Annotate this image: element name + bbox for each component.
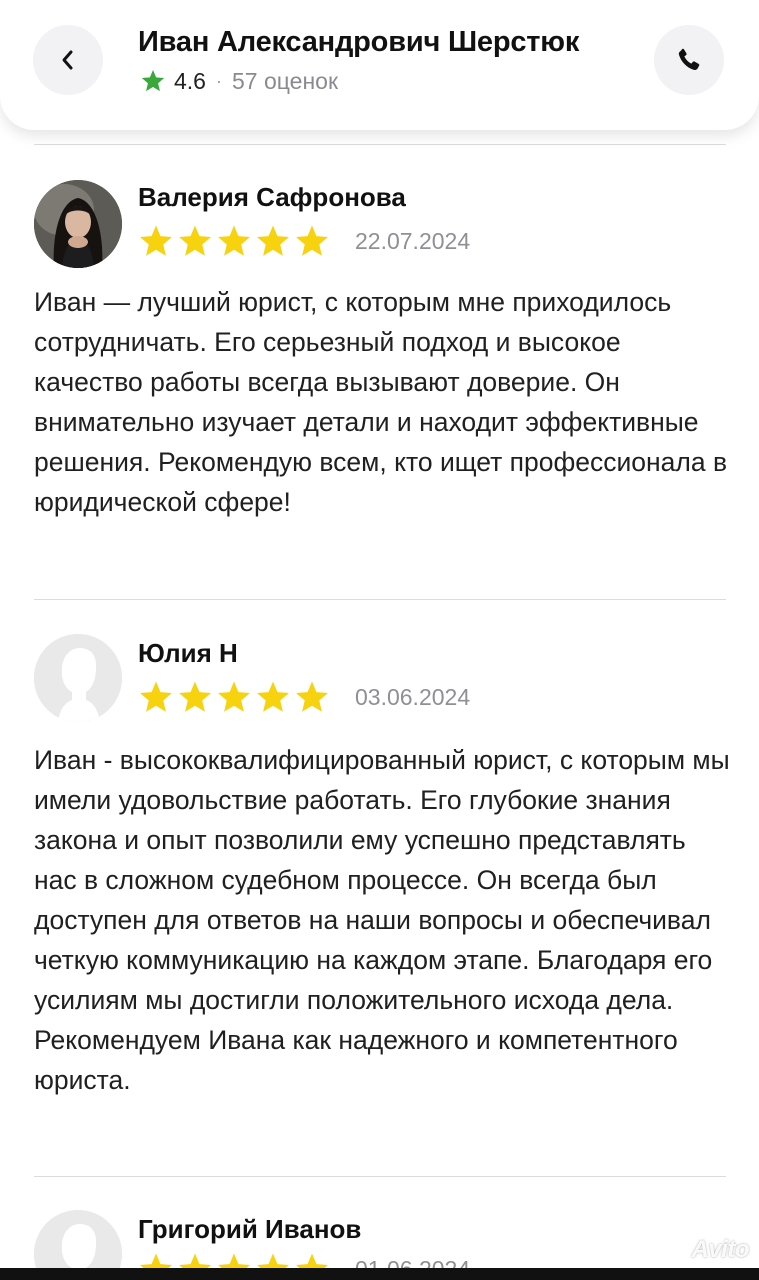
star-icon — [179, 225, 211, 256]
call-button[interactable] — [654, 25, 724, 95]
star-icon — [296, 681, 328, 712]
star-icon — [179, 681, 211, 712]
star-icon — [141, 69, 165, 92]
header: Иван Александрович Шерстюк 4.6 · 57 оцен… — [0, 0, 759, 130]
reviews-count[interactable]: 57 оценок — [232, 68, 338, 95]
photo-avatar — [34, 180, 122, 268]
review-stars — [138, 680, 333, 714]
star-icon — [140, 225, 172, 256]
reviews-page: Иван Александрович Шерстюк 4.6 · 57 оцен… — [0, 0, 759, 1280]
placeholder-avatar — [34, 634, 122, 722]
avatar — [34, 634, 122, 722]
phone-icon — [678, 48, 700, 71]
bottom-bar — [0, 1268, 759, 1280]
review-date: 03.06.2024 — [355, 684, 471, 710]
chevron-left-icon — [62, 50, 73, 70]
star-icon — [140, 681, 172, 712]
review-author: Юлия Н — [138, 638, 238, 668]
divider — [34, 599, 726, 600]
review-author: Валерия Сафронова — [138, 182, 406, 212]
review-stars — [138, 224, 333, 258]
separator: · — [215, 70, 222, 91]
review-text: Иван - высококвалифицированный юрист, с … — [34, 745, 730, 1095]
back-button[interactable] — [33, 25, 103, 95]
rating-summary: 4.6 · 57 оценок — [140, 66, 338, 96]
star-icon — [218, 225, 250, 256]
rating-value: 4.6 — [174, 67, 206, 94]
star-icon — [218, 681, 250, 712]
avatar — [34, 180, 122, 268]
star-icon — [296, 225, 328, 256]
review-date: 22.07.2024 — [355, 228, 471, 254]
review-author: Григорий Иванов — [138, 1214, 362, 1244]
divider — [34, 144, 726, 145]
watermark: Avito — [691, 1236, 750, 1263]
review-text: Иван — лучший юрист, с которым мне прихо… — [34, 287, 728, 517]
page-title: Иван Александрович Шерстюк — [138, 26, 580, 58]
divider — [34, 1176, 726, 1177]
star-icon — [257, 681, 289, 712]
star-icon — [257, 225, 289, 256]
